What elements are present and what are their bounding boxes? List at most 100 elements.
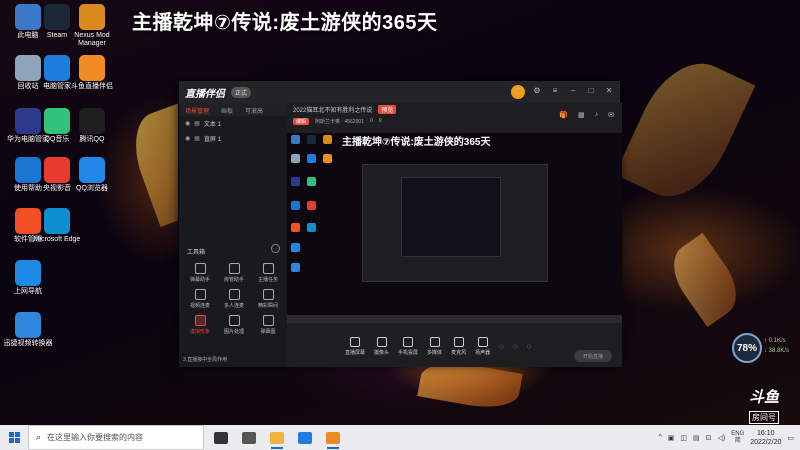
share-icon[interactable]: ✉ (608, 111, 614, 119)
eye-icon[interactable]: ◉ (185, 135, 190, 142)
scene-label: 直屏 1 (203, 137, 221, 143)
desktop-icon[interactable]: 上网导航 (0, 260, 56, 296)
version-badge: 正式 (231, 86, 252, 98)
ime-mode: 简 (734, 437, 741, 444)
source-button[interactable]: 扬声器 (475, 336, 490, 356)
show-hidden-icon[interactable]: ^ (658, 434, 661, 441)
tool-button[interactable]: 多人连麦 (217, 289, 251, 309)
tab-scene-manager[interactable]: 场景管理 (179, 103, 215, 116)
douyu-companion-icon[interactable] (326, 431, 340, 449)
tool-button[interactable]: 弹幕图 (251, 315, 285, 335)
task-view-icon[interactable] (214, 431, 228, 444)
tab-scroll[interactable]: 可滚高 (239, 103, 269, 116)
tool-button[interactable]: 图片处理 (217, 315, 251, 335)
settings-icon[interactable]: ⚙ (532, 86, 542, 95)
tool-label: 图片处理 (223, 329, 244, 335)
douyu-companion-window[interactable]: 直播伴侣 正式 ▢ ⚙ ≡ – □ ✕ 场景管理 画板 可滚高 ◉ ▤ 文本 1… (178, 80, 622, 367)
preview-desktop-icon (307, 223, 316, 232)
desktop-icon[interactable]: Nexus Mod Manager (64, 4, 120, 48)
minimize-icon[interactable]: – (568, 86, 578, 95)
tool-button[interactable]: 视频连麦 (183, 289, 217, 309)
stream-preview[interactable]: 主播乾坤⑦传说:废土游侠的365天 (287, 133, 622, 323)
app-titlebar[interactable]: 直播伴侣 正式 ▢ ⚙ ≡ – □ ✕ (179, 81, 620, 103)
tool-label: 弹幕助手 (189, 277, 210, 283)
tool-button[interactable]: 虚拟形象 (183, 315, 217, 335)
edit-button[interactable]: 编辑 (293, 117, 310, 125)
more-icon[interactable]: ··· (271, 244, 280, 253)
source-button[interactable]: 麦克风 (451, 336, 466, 356)
source-icon (477, 336, 488, 347)
tool-button[interactable]: 主播任务 (251, 263, 285, 283)
notification-icon[interactable]: ▭ (787, 434, 794, 442)
tray-app-icon[interactable]: ◫ (680, 434, 687, 442)
source-button[interactable]: 直播屏幕 (345, 336, 366, 356)
desktop-icon-label: 上网导航 (14, 288, 42, 295)
tool-icon (262, 315, 274, 326)
file-explorer-icon[interactable] (270, 431, 284, 449)
desktop-icon-label: 迅捷视频转换器 (3, 340, 53, 347)
input-method-indicator[interactable]: ENG 简 (731, 431, 744, 445)
preview-tag[interactable]: 预览 (378, 105, 397, 114)
shop-icon[interactable]: ▦ (578, 111, 585, 119)
maximize-icon[interactable]: □ (586, 86, 596, 95)
gift-icon[interactable]: 🎁 (559, 111, 568, 119)
scene-item[interactable]: ◉ ▤ 直屏 1 (179, 131, 287, 146)
tool-icon (194, 289, 206, 300)
menu-icon[interactable]: ≡ (550, 86, 560, 95)
mail-icon[interactable] (298, 431, 312, 444)
taskbar-clock[interactable]: 16:10 2022/2/20 (750, 429, 781, 447)
video-converter-icon (15, 312, 41, 338)
tab-canvas[interactable]: 画板 (215, 103, 239, 116)
chat-icon[interactable]: ▢ (514, 86, 524, 95)
network-percent: 78% (736, 342, 757, 354)
tool-button[interactable]: 精彩瞬间 (251, 289, 285, 309)
desktop-icon[interactable]: 迅捷视频转换器 (0, 312, 56, 348)
tool-label: 主播任务 (257, 277, 278, 283)
desktop-icon[interactable]: 腾讯QQ (64, 108, 120, 144)
nexus-mod-manager-icon (79, 4, 105, 30)
desktop-icon[interactable]: 斗鱼直播伴侣 (64, 55, 120, 91)
close-icon[interactable]: ✕ (604, 86, 614, 95)
camera-icon[interactable]: ◌ (513, 342, 518, 351)
source-button[interactable]: 手机投屏 (398, 336, 418, 356)
source-label: 直播屏幕 (345, 349, 366, 356)
desktop-icon[interactable]: QQ浏览器 (64, 157, 120, 193)
tool-icon (228, 289, 240, 300)
source-label: 摄像头 (374, 349, 390, 356)
bell-icon[interactable]: ♪ (595, 111, 599, 119)
lock-icon[interactable]: ▤ (194, 135, 200, 142)
preview-taskbar (287, 315, 622, 323)
start-button[interactable] (0, 425, 28, 450)
tool-button[interactable]: 弹幕助手 (183, 263, 217, 283)
clock-time: 16:10 (757, 429, 775, 437)
source-button[interactable]: 摄像头 (374, 336, 390, 356)
desktop-icon[interactable]: Microsoft Edge (29, 208, 85, 244)
ie-icon (15, 260, 41, 286)
taskbar-app-icon[interactable] (242, 431, 256, 444)
source-button[interactable]: 多媒体 (427, 336, 442, 356)
tool-button[interactable]: 房管助手 (217, 263, 251, 283)
volume-icon[interactable]: ◁) (717, 434, 725, 442)
network-icon[interactable]: ⊡ (706, 434, 712, 442)
desktop-icon-label: Microsoft Edge (33, 236, 81, 243)
settings-icon[interactable]: ◌ (527, 342, 532, 351)
toolbox-title: 工具箱 (187, 250, 206, 256)
tray-app-icon[interactable]: ▣ (668, 434, 675, 442)
taskbar-search[interactable]: ⌕ 在这里输入你要搜索的内容 (28, 425, 204, 450)
douyu-watermark: 斗鱼 房间号 (738, 386, 790, 425)
start-live-button[interactable]: 开始直播 (574, 350, 612, 362)
room-title[interactable]: 2022猫耳北不知有胜利之传说 (293, 105, 372, 114)
tool-label: 虚拟形象 (189, 329, 210, 335)
eye-icon[interactable]: ◉ (185, 120, 190, 127)
network-speed-widget[interactable]: 78% (732, 333, 762, 363)
lock-icon[interactable]: ▤ (194, 120, 200, 127)
record-icon[interactable]: ◌ (499, 342, 504, 351)
preview-desktop-icon (291, 223, 300, 232)
search-input[interactable]: 在这里输入你要搜索的内容 (47, 432, 143, 443)
preview-desktop-icon (307, 177, 316, 186)
tray-app-icon[interactable]: ▤ (693, 434, 700, 442)
qq-browser-icon (79, 157, 105, 183)
scene-item[interactable]: ◉ ▤ 文本 1 (179, 116, 287, 131)
system-tray: ^ ▣ ◫ ▤ ⊡ ◁) ENG 简 16:10 2022/2/20 ▭ (658, 425, 794, 450)
source-toolbar: 直播屏幕 摄像头 手机投屏 多媒体 麦克风 扬声器 ◌ ◌ ◌ (287, 325, 622, 367)
